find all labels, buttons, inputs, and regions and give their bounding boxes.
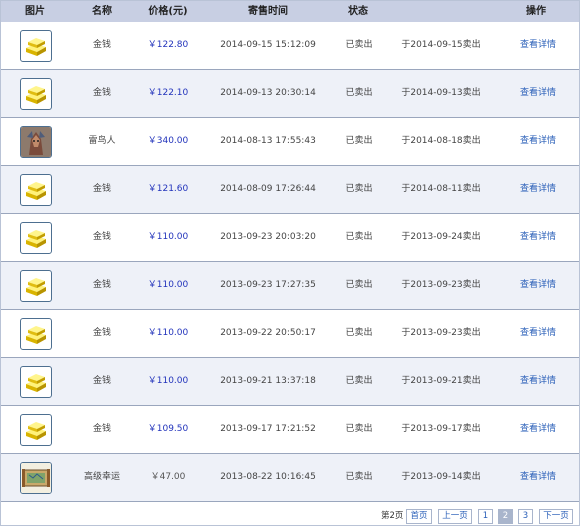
gold-bars-icon (20, 30, 52, 62)
column-header-price: 价格(元) (148, 6, 188, 17)
gold-bars-icon (20, 222, 52, 254)
column-header-consign-time: 寄售时间 (248, 6, 288, 17)
table-row: 金钱 ￥122.10 2014-09-13 20:30:14 已卖出 于2014-09-… (1, 70, 579, 118)
view-details-link[interactable]: 查看详情 (520, 22, 556, 69)
table-row: 金钱 ￥110.00 2013-09-23 20:03:20 已卖出 于2013-09-… (1, 214, 579, 262)
consign-time: 2014-09-15 15:12:09 (220, 40, 316, 50)
consign-time: 2014-08-09 17:26:44 (220, 184, 316, 194)
view-details-link[interactable]: 查看详情 (520, 406, 556, 453)
table-header: 图片 名称 价格(元) 寄售时间 状态 操作 (1, 1, 579, 22)
column-header-action: 操作 (526, 6, 546, 17)
status-text: 已卖出 (345, 136, 373, 146)
gold-bars-icon (20, 270, 52, 302)
prev-page-button[interactable]: 上一页 (438, 509, 472, 524)
gold-bars-icon (20, 174, 52, 206)
sold-date: 于2013-09-17卖出 (401, 424, 481, 434)
sold-date: 于2014-08-18卖出 (401, 136, 481, 146)
table-row: 高级幸运 ￥47.00 2013-08-22 10:16:45 已卖出 于2013-09… (1, 454, 579, 502)
sold-date: 于2014-08-11卖出 (401, 184, 481, 194)
view-details-link[interactable]: 查看详情 (520, 262, 556, 309)
table-row: 金钱 ￥110.00 2013-09-22 20:50:17 已卖出 于2013-09-… (1, 310, 579, 358)
item-name: 雷鸟人 (88, 136, 116, 146)
pagination: 第2页 首页 上一页 1 2 3 下一页 (1, 509, 579, 524)
page-button-2[interactable]: 2 (498, 509, 513, 524)
status-text: 已卖出 (345, 328, 373, 338)
column-header-status: 状态 (348, 6, 368, 17)
table-body: 金钱 ￥122.80 2014-09-15 15:12:09 已卖出 于2014-09-… (1, 22, 579, 502)
view-details-link[interactable]: 查看详情 (520, 118, 556, 165)
sales-history-panel: 图片 名称 价格(元) 寄售时间 状态 操作 金钱 ￥122.80 2014-09-… (0, 0, 580, 526)
table-row: 金钱 ￥122.80 2014-09-15 15:12:09 已卖出 于2014-09-… (1, 22, 579, 70)
item-name: 金钱 (92, 184, 112, 194)
table-row: 金钱 ￥121.60 2014-08-09 17:26:44 已卖出 于2014-08-… (1, 166, 579, 214)
item-price: ￥110.00 (147, 232, 189, 242)
consign-time: 2013-09-23 20:03:20 (220, 232, 316, 242)
status-text: 已卖出 (345, 40, 373, 50)
item-name: 金钱 (92, 88, 112, 98)
sold-date: 于2013-09-14卖出 (401, 472, 481, 482)
item-price: ￥110.00 (147, 280, 189, 290)
item-name: 金钱 (92, 280, 112, 290)
status-text: 已卖出 (345, 88, 373, 98)
item-price: ￥109.50 (147, 424, 189, 434)
consign-time: 2013-09-23 17:27:35 (220, 280, 316, 290)
consign-time: 2013-09-17 17:21:52 (220, 424, 316, 434)
item-price: ￥47.00 (150, 472, 186, 482)
status-text: 已卖出 (345, 280, 373, 290)
item-price: ￥340.00 (147, 136, 189, 146)
consign-time: 2014-08-13 17:55:43 (220, 136, 316, 146)
item-price: ￥122.80 (147, 40, 189, 50)
consign-time: 2013-08-22 10:16:45 (220, 472, 316, 482)
consign-time: 2014-09-13 20:30:14 (220, 88, 316, 98)
item-name: 金钱 (92, 232, 112, 242)
map-scroll-icon (20, 462, 52, 494)
status-text: 已卖出 (345, 232, 373, 242)
view-details-link[interactable]: 查看详情 (520, 166, 556, 213)
status-text: 已卖出 (345, 184, 373, 194)
table-row: 金钱 ￥109.50 2013-09-17 17:21:52 已卖出 于2013-09-… (1, 406, 579, 454)
sold-date: 于2013-09-24卖出 (401, 232, 481, 242)
item-name: 高级幸运 (83, 472, 121, 482)
page-button-3[interactable]: 3 (518, 509, 533, 524)
gold-bars-icon (20, 78, 52, 110)
sold-date: 于2014-09-15卖出 (401, 40, 481, 50)
column-header-image: 图片 (25, 6, 45, 17)
column-header-name: 名称 (92, 6, 112, 17)
view-details-link[interactable]: 查看详情 (520, 454, 556, 501)
thunderbird-portrait-icon (20, 126, 52, 158)
gold-bars-icon (20, 366, 52, 398)
page-button-1[interactable]: 1 (478, 509, 493, 524)
status-text: 已卖出 (345, 424, 373, 434)
table-row: 雷鸟人 ￥340.00 2014-08-13 17:55:43 已卖出 于2014-08… (1, 118, 579, 166)
item-name: 金钱 (92, 376, 112, 386)
item-name: 金钱 (92, 424, 112, 434)
gold-bars-icon (20, 318, 52, 350)
view-details-link[interactable]: 查看详情 (520, 358, 556, 405)
gold-bars-icon (20, 414, 52, 446)
view-details-link[interactable]: 查看详情 (520, 70, 556, 117)
item-price: ￥122.10 (147, 88, 189, 98)
item-price: ￥110.00 (147, 376, 189, 386)
first-page-button[interactable]: 首页 (406, 509, 432, 524)
next-page-button[interactable]: 下一页 (539, 509, 573, 524)
table-row: 金钱 ￥110.00 2013-09-21 13:37:18 已卖出 于2013-09-… (1, 358, 579, 406)
sold-date: 于2013-09-21卖出 (401, 376, 481, 386)
sold-date: 于2013-09-23卖出 (401, 328, 481, 338)
item-name: 金钱 (92, 328, 112, 338)
page-info: 第2页 (381, 511, 404, 521)
consign-time: 2013-09-22 20:50:17 (220, 328, 316, 338)
table-row: 金钱 ￥110.00 2013-09-23 17:27:35 已卖出 于2013-09-… (1, 262, 579, 310)
sold-date: 于2013-09-23卖出 (401, 280, 481, 290)
item-price: ￥110.00 (147, 328, 189, 338)
consign-time: 2013-09-21 13:37:18 (220, 376, 316, 386)
view-details-link[interactable]: 查看详情 (520, 310, 556, 357)
sold-date: 于2014-09-13卖出 (401, 88, 481, 98)
status-text: 已卖出 (345, 376, 373, 386)
status-text: 已卖出 (345, 472, 373, 482)
item-price: ￥121.60 (147, 184, 189, 194)
view-details-link[interactable]: 查看详情 (520, 214, 556, 261)
item-name: 金钱 (92, 40, 112, 50)
